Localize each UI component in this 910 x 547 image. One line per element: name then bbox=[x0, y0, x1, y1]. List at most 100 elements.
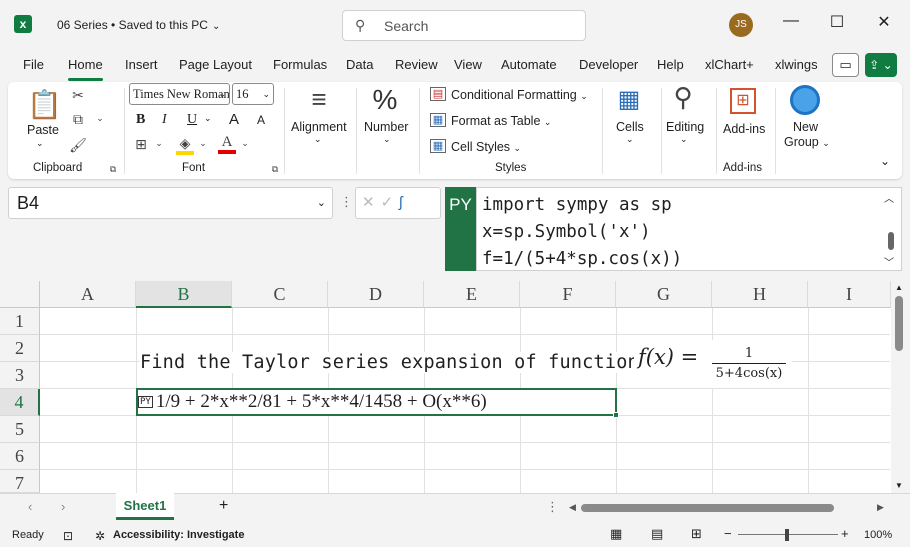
cell-styles-button[interactable]: Cell Styles ⌄ bbox=[451, 140, 521, 154]
name-box[interactable]: B4 ⌄ bbox=[8, 187, 333, 219]
tab-data[interactable]: Data bbox=[346, 57, 373, 72]
accessibility-status[interactable]: Accessibility: Investigate bbox=[113, 529, 244, 541]
chevron-down-icon[interactable]: ⌄ bbox=[94, 113, 106, 124]
column-header-e[interactable]: E bbox=[424, 281, 520, 308]
chevron-down-icon[interactable]: ⌄ bbox=[680, 134, 688, 145]
conditional-formatting-button[interactable]: Conditional Formatting ⌄ bbox=[451, 88, 588, 102]
cell-b4[interactable]: PY 1/9 + 2*x**2/81 + 5*x**4/1458 + O(x**6… bbox=[138, 391, 487, 413]
tab-xlwings[interactable]: xlwings bbox=[775, 57, 818, 72]
accessibility-icon[interactable]: ✲ bbox=[95, 529, 105, 543]
scroll-down-icon[interactable]: ﹀ bbox=[884, 254, 894, 269]
comments-button[interactable]: ▭ bbox=[832, 53, 859, 77]
copy-icon[interactable]: ⧉ bbox=[68, 111, 88, 128]
row-header-4[interactable]: 4 bbox=[0, 389, 40, 416]
grow-font-button[interactable]: A bbox=[229, 111, 239, 128]
font-color-icon[interactable]: A bbox=[218, 134, 236, 154]
tab-automate[interactable]: Automate bbox=[501, 57, 557, 72]
row-header-5[interactable]: 5 bbox=[0, 416, 40, 443]
format-as-table-button[interactable]: Format as Table ⌄ bbox=[451, 114, 551, 128]
font-size-select[interactable]: 16 ⌄ bbox=[232, 83, 274, 105]
tab-review[interactable]: Review bbox=[395, 57, 438, 72]
paste-button[interactable]: Paste bbox=[27, 123, 59, 137]
tab-view[interactable]: View bbox=[454, 57, 482, 72]
add-ins-button[interactable]: Add-ins bbox=[723, 122, 765, 136]
cells-button[interactable]: Cells bbox=[616, 120, 644, 134]
new-group-line1[interactable]: New bbox=[793, 120, 818, 134]
alignment-button[interactable]: Alignment bbox=[291, 120, 347, 134]
more-options-icon[interactable]: ⋮ bbox=[340, 194, 353, 210]
row-header-1[interactable]: 1 bbox=[0, 308, 40, 335]
page-break-view-icon[interactable]: ⊞ bbox=[691, 526, 702, 542]
tab-insert[interactable]: Insert bbox=[125, 57, 158, 72]
search-box[interactable]: ⚲ Search bbox=[342, 10, 586, 41]
dialog-launcher-icon[interactable]: ⧉ bbox=[270, 164, 280, 175]
scroll-up-icon[interactable]: ▲ bbox=[895, 283, 903, 292]
chevron-down-icon[interactable]: ⌄ bbox=[314, 134, 322, 145]
format-painter-icon[interactable]: 🖌 bbox=[68, 137, 88, 154]
row-header-6[interactable]: 6 bbox=[0, 443, 40, 470]
horizontal-scroll-thumb[interactable] bbox=[581, 504, 834, 512]
chevron-down-icon[interactable]: ⌄ bbox=[626, 134, 634, 145]
column-header-g[interactable]: G bbox=[616, 281, 712, 308]
zoom-in-icon[interactable]: + bbox=[841, 526, 849, 541]
maximize-button[interactable]: ☐ bbox=[825, 12, 849, 32]
zoom-slider-thumb[interactable] bbox=[785, 529, 789, 541]
fill-handle[interactable] bbox=[613, 412, 619, 418]
add-sheet-icon[interactable]: + bbox=[219, 497, 228, 515]
tab-developer[interactable]: Developer bbox=[579, 57, 638, 72]
python-mode-badge[interactable]: PY bbox=[445, 187, 476, 271]
chevron-down-icon[interactable]: ⌄ bbox=[154, 138, 164, 149]
formula-input[interactable]: import sympy as sp x=sp.Symbol('x') f=1/(5… bbox=[476, 187, 902, 271]
prev-sheet-icon[interactable]: ‹ bbox=[28, 499, 32, 514]
cell-b2[interactable]: Find the Taylor series expansion of func… bbox=[140, 352, 639, 373]
select-all-corner[interactable] bbox=[0, 281, 40, 308]
number-button[interactable]: Number bbox=[364, 120, 408, 134]
column-header-f[interactable]: F bbox=[520, 281, 616, 308]
scroll-thumb[interactable] bbox=[888, 232, 894, 250]
zoom-out-icon[interactable]: − bbox=[724, 526, 732, 541]
column-header-a[interactable]: A bbox=[40, 281, 136, 308]
chevron-down-icon[interactable]: ⌄ bbox=[198, 138, 208, 149]
zoom-level[interactable]: 100% bbox=[864, 529, 892, 541]
chevron-down-icon[interactable]: ⌄ bbox=[383, 134, 391, 145]
document-title[interactable]: 06 Series • Saved to this PC ⌄ bbox=[57, 18, 220, 32]
column-header-d[interactable]: D bbox=[328, 281, 424, 308]
editing-button[interactable]: Editing bbox=[666, 120, 704, 134]
close-button[interactable]: ✕ bbox=[872, 12, 896, 32]
column-header-h[interactable]: H bbox=[712, 281, 808, 308]
scroll-down-icon[interactable]: ▼ bbox=[895, 481, 903, 490]
tab-help[interactable]: Help bbox=[657, 57, 684, 72]
minimize-button[interactable]: — bbox=[779, 12, 803, 30]
macro-recording-icon[interactable]: ⊡ bbox=[63, 529, 73, 543]
chevron-down-icon[interactable]: ⌄ bbox=[240, 138, 250, 149]
shrink-font-button[interactable]: A bbox=[257, 113, 265, 127]
font-family-select[interactable]: Times New Roman ⌄ bbox=[129, 83, 230, 105]
sheet-tab-sheet1[interactable]: Sheet1 bbox=[116, 493, 174, 520]
formula-scrollbar[interactable]: ︿ ﹀ bbox=[884, 190, 898, 269]
column-header-i[interactable]: I bbox=[808, 281, 891, 308]
scroll-left-icon[interactable]: ◀ bbox=[569, 502, 576, 513]
avatar[interactable]: JS bbox=[729, 13, 753, 37]
tab-xlchart[interactable]: xlChart+ bbox=[705, 57, 754, 72]
collapse-ribbon-icon[interactable]: ⌄ bbox=[880, 154, 890, 168]
row-header-3[interactable]: 3 bbox=[0, 362, 40, 389]
borders-icon[interactable]: ⊞ bbox=[132, 136, 150, 153]
chevron-down-icon[interactable]: ⌄ bbox=[204, 113, 212, 124]
normal-view-icon[interactable]: ▦ bbox=[610, 526, 622, 542]
share-button[interactable]: ⇪ ⌄ bbox=[865, 53, 897, 77]
scroll-right-icon[interactable]: ▶ bbox=[877, 502, 884, 513]
column-header-b[interactable]: B bbox=[136, 281, 232, 308]
formula-actions[interactable]: ✕✓ʃ bbox=[355, 187, 441, 219]
fill-color-icon[interactable]: ◈ bbox=[176, 135, 194, 155]
next-sheet-icon[interactable]: › bbox=[61, 499, 65, 514]
tab-page-layout[interactable]: Page Layout bbox=[179, 57, 252, 72]
row-header-7[interactable]: 7 bbox=[0, 470, 40, 493]
dialog-launcher-icon[interactable]: ⧉ bbox=[108, 164, 118, 175]
cut-icon[interactable]: ✂ bbox=[68, 87, 88, 104]
paste-dropdown-icon[interactable]: ⌄ bbox=[36, 138, 44, 149]
more-options-icon[interactable]: ⋮ bbox=[546, 499, 559, 515]
tab-file[interactable]: File bbox=[23, 57, 44, 72]
scroll-up-icon[interactable]: ︿ bbox=[884, 190, 894, 205]
page-layout-view-icon[interactable]: ▤ bbox=[651, 526, 663, 542]
tab-formulas[interactable]: Formulas bbox=[273, 57, 327, 72]
